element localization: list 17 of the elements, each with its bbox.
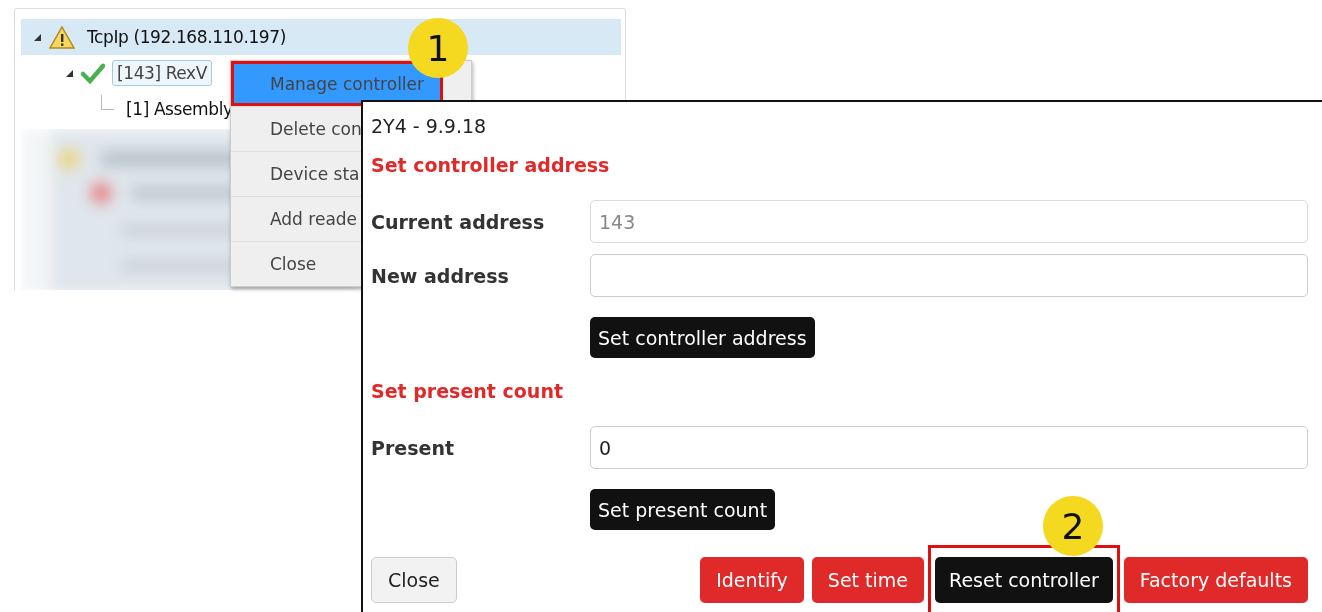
footer-button[interactable]: Close xyxy=(371,557,457,603)
warning-icon xyxy=(49,24,75,50)
expander-icon[interactable] xyxy=(65,68,74,78)
expander-icon[interactable] xyxy=(33,32,42,42)
footer-button[interactable]: Set time xyxy=(811,557,925,603)
input-field[interactable]: 0 xyxy=(590,426,1308,469)
field-label: Present xyxy=(371,436,455,459)
checkmark-icon xyxy=(81,61,105,85)
input-field[interactable] xyxy=(590,254,1308,297)
tree-item[interactable]: TcpIp (192.168.110.197) xyxy=(82,24,291,50)
footer-button[interactable]: Identify xyxy=(700,557,804,603)
section-heading: Set present count xyxy=(371,379,564,404)
footer-button[interactable]: Reset controller xyxy=(935,557,1113,603)
action-button[interactable]: Set controller address xyxy=(590,317,815,358)
action-button[interactable]: Set present count xyxy=(590,489,776,530)
footer-button[interactable]: Factory defaults xyxy=(1123,557,1308,603)
tree-item[interactable]: [143] RexV xyxy=(112,60,212,86)
